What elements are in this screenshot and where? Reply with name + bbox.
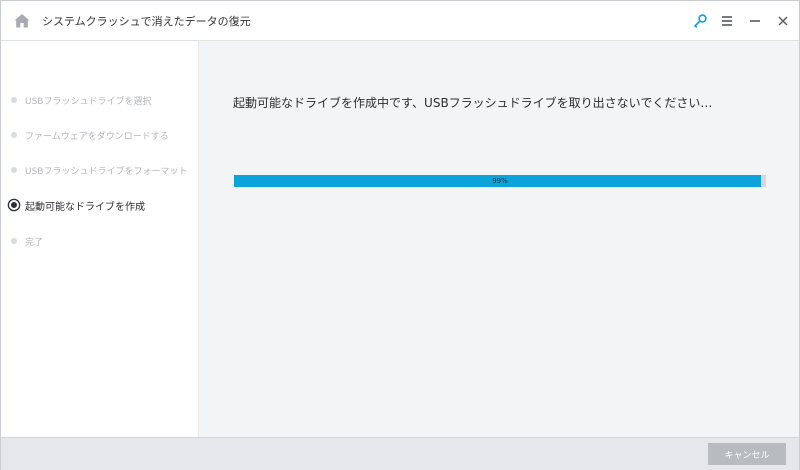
steps-sidebar: USBフラッシュドライブを選択 ファームウェアをダウンロードする USBフラッシ…: [1, 41, 199, 437]
step-select-usb: USBフラッシュドライブを選択: [9, 92, 151, 108]
progress-percent: 99%: [492, 177, 508, 185]
step-label: USBフラッシュドライブをフォーマット: [25, 166, 188, 177]
step-label: 起動可能なドライブを作成: [25, 201, 145, 213]
key-icon[interactable]: [690, 11, 710, 31]
step-complete: 完了: [9, 233, 43, 249]
minimize-icon[interactable]: [745, 11, 765, 31]
step-download-firmware: ファームウェアをダウンロードする: [9, 127, 169, 143]
footer-bar: キャンセル: [1, 437, 799, 470]
step-dot: [11, 238, 17, 244]
step-label: USBフラッシュドライブを選択: [25, 96, 152, 107]
step-dot: [11, 132, 17, 138]
step-dot: [11, 97, 17, 103]
status-message: 起動可能なドライブを作成中です、USBフラッシュドライブを取り出さないでください…: [233, 96, 713, 110]
progress-bar: 99%: [234, 175, 766, 187]
main-panel: 起動可能なドライブを作成中です、USBフラッシュドライブを取り出さないでください…: [199, 41, 799, 437]
title-bar: システムクラッシュで消えたデータの復元: [1, 1, 799, 41]
window-title: システムクラッシュで消えたデータの復元: [42, 15, 251, 28]
active-step-radio-icon: [9, 200, 19, 210]
app-window: システムクラッシュで消えたデータの復元 USBフラッシュドライブを選択 ファーム…: [0, 0, 800, 470]
step-format-usb: USBフラッシュドライブをフォーマット: [9, 162, 187, 178]
menu-icon[interactable]: [717, 11, 737, 31]
step-label: 完了: [25, 237, 44, 248]
step-label: ファームウェアをダウンロードする: [25, 131, 169, 142]
step-dot: [11, 167, 17, 173]
cancel-button[interactable]: キャンセル: [708, 443, 786, 465]
step-create-bootable: 起動可能なドライブを作成: [9, 197, 145, 213]
close-icon[interactable]: [773, 11, 793, 31]
home-icon[interactable]: [13, 12, 31, 30]
